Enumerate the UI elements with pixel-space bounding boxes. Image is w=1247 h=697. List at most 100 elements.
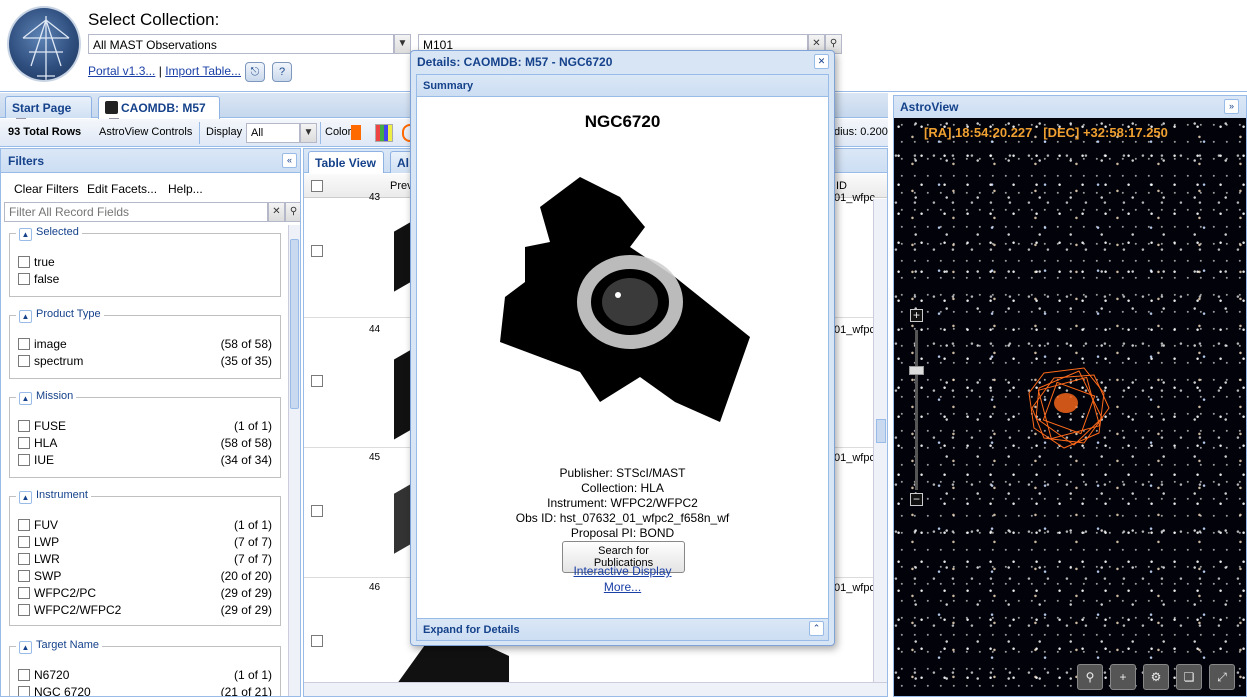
sky-viewer[interactable]: [RA] 18:54:20.227 [DEC] +32:58:17.250 + … — [894, 118, 1246, 696]
collapse-up-icon[interactable]: ▲ — [19, 392, 32, 405]
ra-readout: [RA] 18:54:20.227 — [924, 125, 1033, 140]
color-palette-icon[interactable] — [375, 124, 393, 142]
facet-option[interactable]: spectrum (35 of 35) — [18, 354, 272, 371]
basket-icon[interactable]: ⎋ — [245, 62, 265, 82]
collection-select[interactable]: All MAST Observations — [88, 34, 394, 54]
scrollbar-thumb[interactable] — [876, 419, 886, 443]
row-checkbox[interactable] — [311, 505, 323, 517]
checkbox[interactable] — [18, 338, 30, 350]
expand-up-icon[interactable]: ⌃ — [809, 621, 824, 636]
checkbox[interactable] — [18, 686, 30, 696]
checkbox[interactable] — [18, 536, 30, 548]
facet-option[interactable]: FUSE (1 of 1) — [18, 419, 272, 436]
facet-option[interactable]: true — [18, 255, 272, 272]
filter-records-input[interactable] — [4, 202, 268, 222]
row-checkbox[interactable] — [311, 375, 323, 387]
row-number: 46 — [369, 582, 381, 593]
facet-option[interactable]: image (58 of 58) — [18, 337, 272, 354]
collapse-up-icon[interactable]: ▲ — [19, 228, 32, 241]
facet-title[interactable]: ▲ Instrument — [16, 489, 91, 504]
portal-version-link[interactable]: Portal v1.3... — [88, 64, 155, 78]
checkbox[interactable] — [18, 604, 30, 616]
object-preview-image[interactable] — [500, 177, 750, 427]
search-icon[interactable]: ⚲ — [1077, 664, 1103, 690]
checkbox[interactable] — [18, 256, 30, 268]
facet-title[interactable]: ▲ Selected — [16, 226, 82, 241]
checkbox[interactable] — [18, 519, 30, 531]
more-link[interactable]: More... — [417, 580, 828, 594]
summary-header[interactable]: Summary — [417, 75, 828, 97]
clear-filters-button[interactable]: Clear Filters — [14, 182, 79, 196]
checkbox[interactable] — [18, 355, 30, 367]
facet-product-type: ▲ Product Type image (58 of 58) spectrum (3… — [9, 308, 281, 379]
column-id-header[interactable]: ID — [836, 180, 847, 192]
toolbar-separator — [320, 122, 321, 144]
dialog-body: Summary NGC6720 Publisher: STScI/MAST Co… — [416, 74, 829, 641]
filters-scrollbar[interactable] — [288, 225, 300, 696]
layers-icon[interactable]: ❏ — [1176, 664, 1202, 690]
collapse-left-icon[interactable]: « — [282, 153, 297, 168]
chevron-down-icon[interactable]: ▼ — [394, 34, 411, 54]
zoom-in-icon[interactable]: + — [910, 309, 923, 322]
collapse-up-icon[interactable]: ▲ — [19, 641, 32, 654]
tab-table-view[interactable]: Table View — [308, 151, 384, 173]
checkbox[interactable] — [18, 570, 30, 582]
facet-option[interactable]: N6720 (1 of 1) — [18, 668, 272, 685]
color-swatch[interactable] — [351, 125, 361, 140]
help-icon[interactable]: ? — [272, 62, 292, 82]
checkbox[interactable] — [18, 273, 30, 285]
zoom-out-icon[interactable]: − — [910, 493, 923, 506]
facet-option[interactable]: LWP (7 of 7) — [18, 535, 272, 552]
facet-option[interactable]: WFPC2/PC (29 of 29) — [18, 586, 272, 603]
astroview-header: AstroView — [894, 96, 1246, 118]
checkbox[interactable] — [18, 454, 30, 466]
import-table-link[interactable]: Import Table... — [165, 64, 241, 78]
facet-option[interactable]: HLA (58 of 58) — [18, 436, 272, 453]
facet-option[interactable]: WFPC2/WFPC2 (29 of 29) — [18, 603, 272, 620]
crosshair-icon[interactable]: + — [1110, 664, 1136, 690]
zoom-slider-handle[interactable] — [909, 366, 924, 375]
search-icon[interactable]: ⚲ — [285, 202, 300, 222]
facet-title[interactable]: ▲ Product Type — [16, 308, 104, 323]
filters-help-button[interactable]: Help... — [168, 182, 203, 196]
facet-option[interactable]: NGC 6720 (21 of 21) — [18, 685, 272, 696]
fullscreen-icon[interactable]: ⤢ — [1209, 664, 1235, 690]
overlay-toggle-icon[interactable] — [402, 124, 410, 142]
collapse-up-icon[interactable]: ▲ — [19, 491, 32, 504]
gear-icon[interactable]: ⚙ — [1143, 664, 1169, 690]
interactive-display-link[interactable]: Interactive Display — [417, 564, 828, 578]
checkbox[interactable] — [18, 587, 30, 599]
close-icon[interactable]: ✕ — [814, 54, 829, 69]
edit-facets-button[interactable]: Edit Facets... — [87, 182, 157, 196]
grid-horizontal-scrollbar[interactable] — [304, 682, 887, 696]
checkbox[interactable] — [18, 669, 30, 681]
tab-caomdb-m57[interactable]: CAOMDB: M57x — [98, 96, 220, 128]
grid-scrollbar[interactable] — [873, 199, 887, 684]
display-select[interactable]: All — [246, 123, 300, 143]
facet-option[interactable]: false — [18, 272, 272, 289]
facet-title[interactable]: ▲ Mission — [16, 390, 77, 405]
facet-option[interactable]: LWR (7 of 7) — [18, 552, 272, 569]
zoom-slider-track[interactable] — [915, 330, 918, 490]
tab-start-page[interactable]: Start Pagex — [5, 96, 92, 128]
select-all-checkbox[interactable] — [311, 180, 323, 192]
row-checkbox[interactable] — [311, 245, 323, 257]
chevron-down-icon[interactable]: ▼ — [300, 123, 317, 143]
collapse-right-icon[interactable]: » — [1224, 99, 1239, 114]
checkbox[interactable] — [18, 553, 30, 565]
facet-option[interactable]: FUV (1 of 1) — [18, 518, 272, 535]
facet-option[interactable]: SWP (20 of 20) — [18, 569, 272, 586]
tab-label: Start Page — [12, 101, 72, 115]
expand-details-bar[interactable]: Expand for Details — [417, 618, 828, 640]
scrollbar-thumb[interactable] — [290, 239, 299, 409]
astroview-title: AstroView — [900, 100, 959, 114]
row-checkbox[interactable] — [311, 635, 323, 647]
checkbox[interactable] — [18, 437, 30, 449]
facet-option[interactable]: IUE (34 of 34) — [18, 453, 272, 470]
facet-title[interactable]: ▲ Target Name — [16, 639, 102, 654]
total-rows: 93 Total Rows — [8, 126, 82, 138]
footprint-overlay[interactable] — [1024, 363, 1114, 453]
clear-filter-icon[interactable]: ✕ — [268, 202, 285, 222]
checkbox[interactable] — [18, 420, 30, 432]
collapse-up-icon[interactable]: ▲ — [19, 310, 32, 323]
